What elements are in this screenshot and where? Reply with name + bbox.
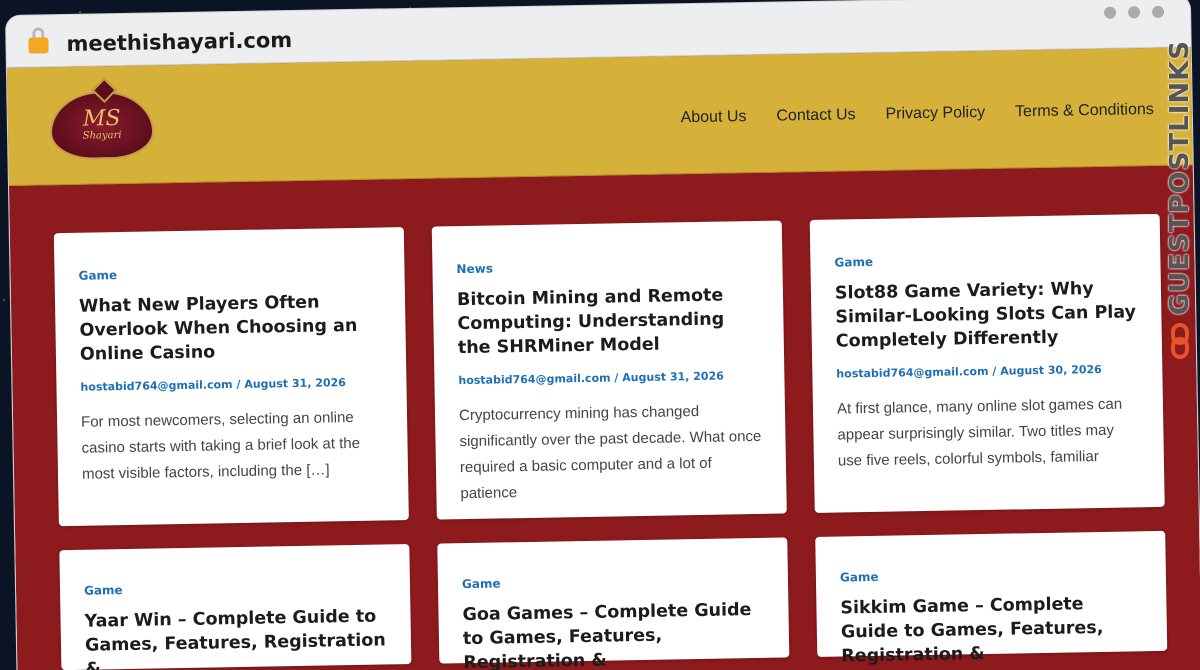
post-title[interactable]: What New Players Often Overlook When Cho… <box>79 289 384 367</box>
post-title[interactable]: Yaar Win – Complete Guide to Games, Feat… <box>84 604 389 670</box>
site-logo[interactable]: MS Shayari <box>49 84 155 166</box>
site-header: MS Shayari About Us Contact Us Privacy P… <box>6 47 1193 186</box>
post-category[interactable]: Game <box>78 263 382 283</box>
post-category[interactable]: Game <box>84 578 388 598</box>
nav-terms-conditions[interactable]: Terms & Conditions <box>1015 100 1154 120</box>
post-title[interactable]: Bitcoin Mining and Remote Computing: Und… <box>457 283 762 361</box>
main-nav: About Us Contact Us Privacy Policy Terms… <box>680 100 1153 126</box>
logo-subtitle: Shayari <box>82 130 122 142</box>
post-excerpt: Cryptocurrency mining has changed signif… <box>458 403 762 502</box>
post-card: Game What New Players Often Overlook Whe… <box>53 227 409 527</box>
post-card: Game Slot88 Game Variety: Why Similar-Lo… <box>809 213 1165 513</box>
post-grid: Game What New Players Often Overlook Whe… <box>53 213 1168 670</box>
logo-monogram: MS Shayari <box>82 106 122 142</box>
post-card: Game Goa Games – Complete Guide to Games… <box>437 537 790 670</box>
post-card: Game Sikkim Game – Complete Guide to Gam… <box>815 530 1168 667</box>
post-title[interactable]: Slot88 Game Variety: Why Similar-Looking… <box>835 276 1140 354</box>
window-dot-icon[interactable] <box>1152 5 1165 18</box>
post-category[interactable]: Game <box>834 250 1138 270</box>
post-meta: hostabid764@gmail.com / August 31, 2026 <box>458 369 724 388</box>
nav-privacy-policy[interactable]: Privacy Policy <box>885 103 985 123</box>
post-author[interactable]: hostabid764@gmail.com <box>458 372 610 388</box>
post-author[interactable]: hostabid764@gmail.com <box>80 379 232 395</box>
post-excerpt: At first glance, many online slot games … <box>836 396 1123 470</box>
post-date[interactable]: August 31, 2026 <box>244 377 346 392</box>
post-meta: hostabid764@gmail.com / August 30, 2026 <box>836 363 1102 381</box>
site-page: MS Shayari About Us Contact Us Privacy P… <box>6 47 1200 670</box>
post-card: Game Yaar Win – Complete Guide to Games,… <box>59 544 412 670</box>
post-category[interactable]: Game <box>462 572 766 591</box>
post-excerpt: For most newcomers, selecting an online … <box>80 409 361 483</box>
window-controls <box>1104 5 1165 19</box>
post-card: News Bitcoin Mining and Remote Computing… <box>431 220 787 520</box>
chain-link-icon <box>1168 323 1192 361</box>
post-title[interactable]: Goa Games – Complete Guide to Games, Fea… <box>462 598 767 670</box>
post-date[interactable]: August 31, 2026 <box>622 370 724 385</box>
window-dot-icon[interactable] <box>1104 6 1117 19</box>
browser-window: meethishayari.com MS Shayari About Us Co… <box>6 0 1200 670</box>
lock-icon <box>28 26 49 55</box>
window-dot-icon[interactable] <box>1128 6 1141 19</box>
nav-about-us[interactable]: About Us <box>680 108 746 127</box>
watermark-text: GUESTPOSTLINKS <box>1165 40 1195 316</box>
logo-monogram-text: MS <box>82 106 121 132</box>
post-category[interactable]: Game <box>840 565 1144 585</box>
nav-contact-us[interactable]: Contact Us <box>776 106 855 125</box>
post-date[interactable]: August 30, 2026 <box>1000 363 1102 378</box>
url-text[interactable]: meethishayari.com <box>66 28 292 56</box>
post-category[interactable]: News <box>456 257 760 277</box>
post-title[interactable]: Sikkim Game – Complete Guide to Games, F… <box>840 591 1145 669</box>
post-author[interactable]: hostabid764@gmail.com <box>836 365 988 381</box>
guestpostlinks-watermark: GUESTPOSTLINKS <box>1160 40 1200 400</box>
post-meta: hostabid764@gmail.com / August 31, 2026 <box>80 376 347 395</box>
